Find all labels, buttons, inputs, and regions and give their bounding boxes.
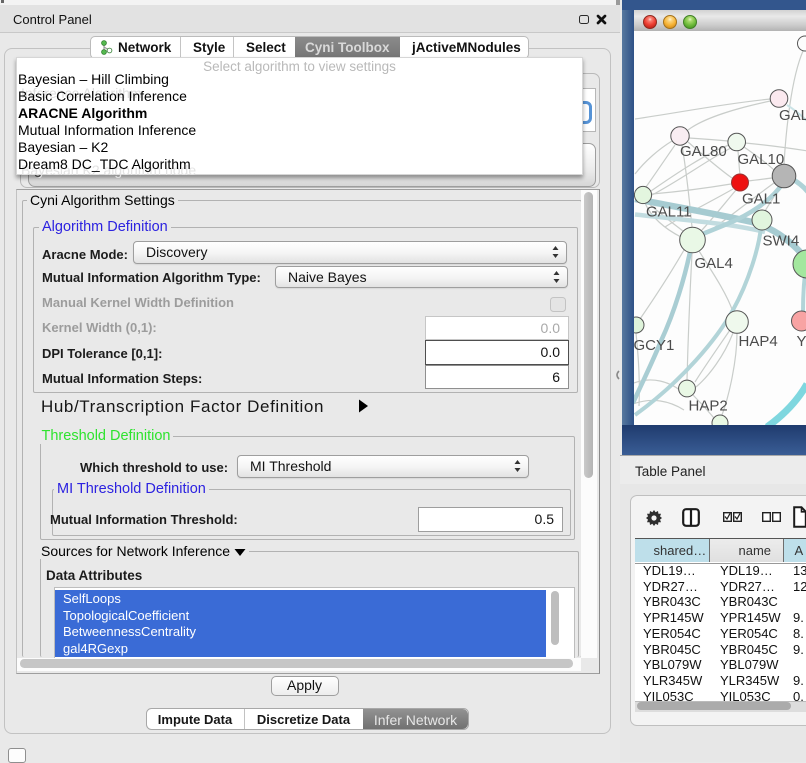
svg-text:HAP2: HAP2 [688, 398, 727, 415]
svg-text:GAL4: GAL4 [694, 255, 732, 272]
svg-text:GAL1: GAL1 [742, 191, 780, 208]
svg-text:GAL10: GAL10 [737, 151, 784, 168]
svg-text:GAL7: GAL7 [779, 107, 806, 124]
svg-text:GAL11: GAL11 [646, 204, 692, 221]
svg-text:YM: YM [796, 333, 806, 350]
svg-text:GCY1: GCY1 [634, 337, 674, 354]
svg-text:HAP4: HAP4 [738, 333, 777, 350]
svg-text:SWI4: SWI4 [762, 233, 799, 250]
svg-text:GAL80: GAL80 [680, 143, 727, 160]
